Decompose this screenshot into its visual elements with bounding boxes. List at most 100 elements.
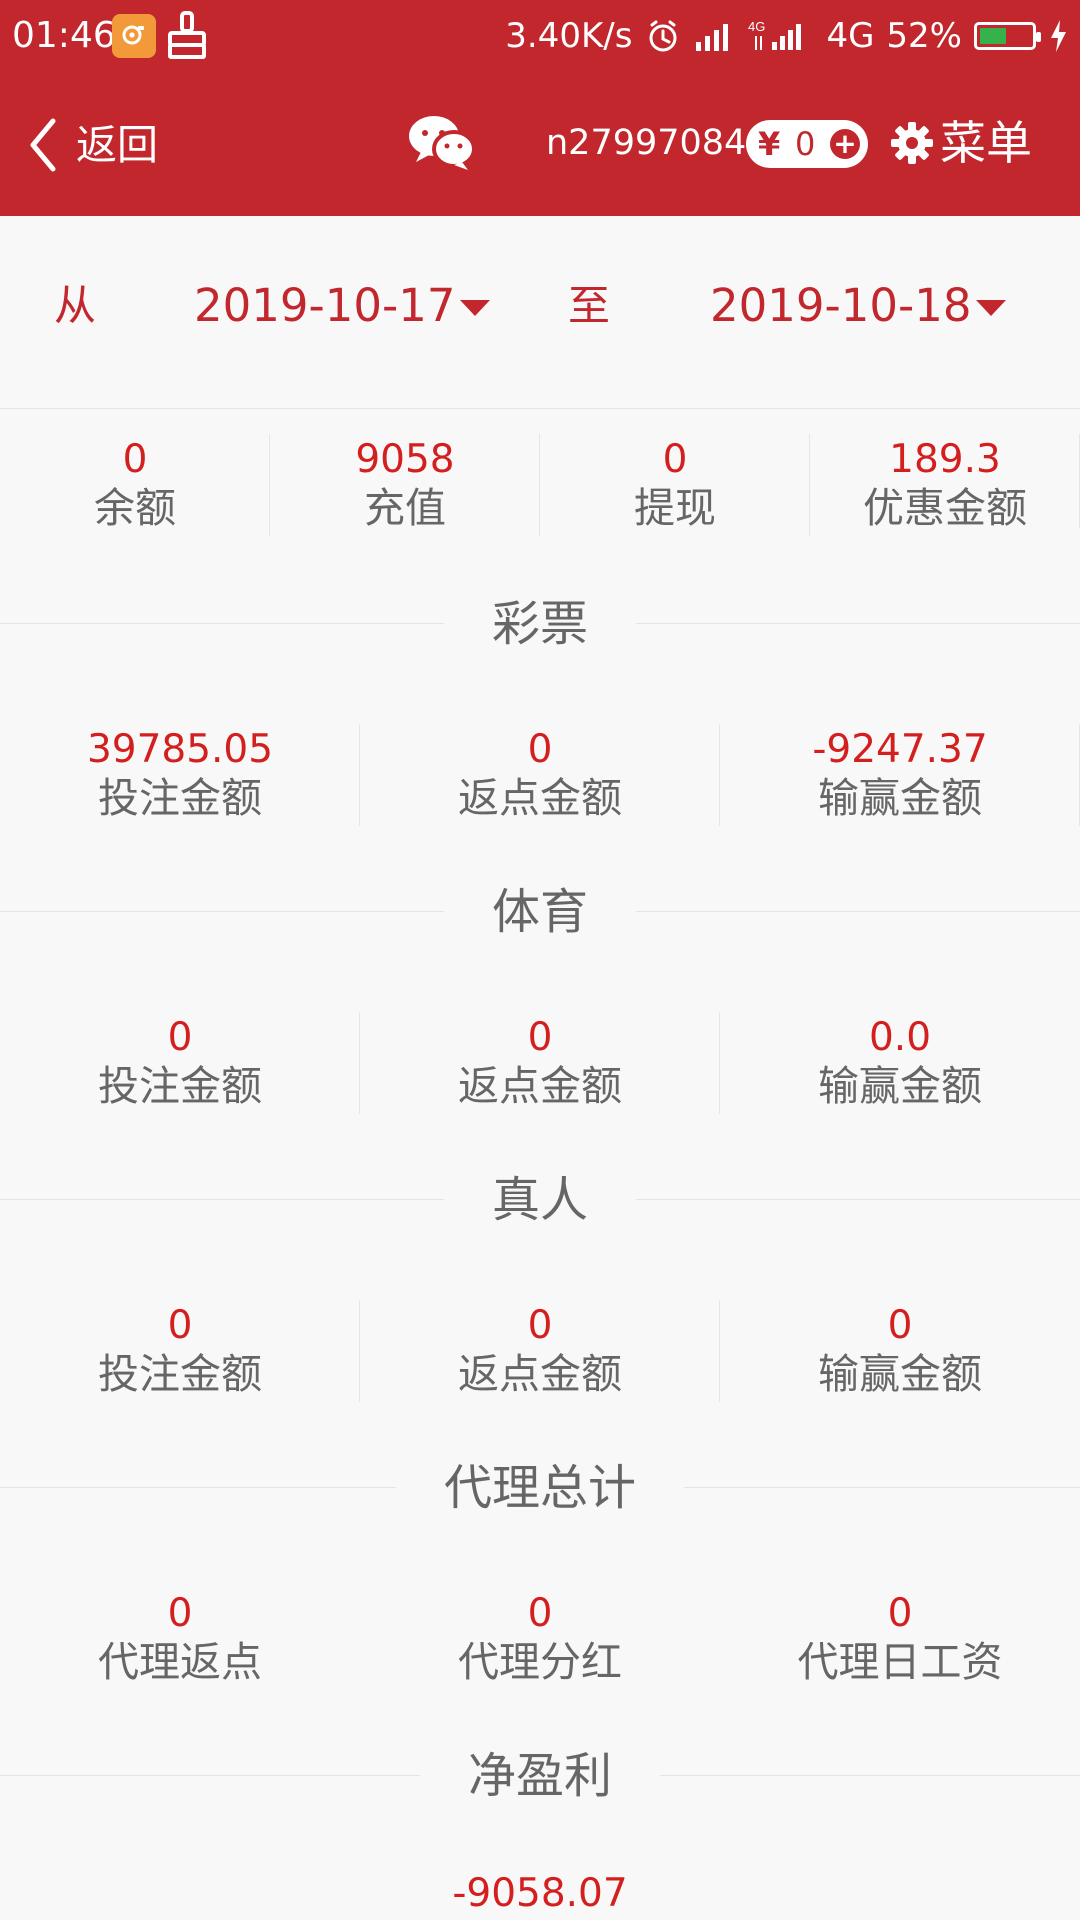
win-loss-label: 输赢金额 xyxy=(818,1350,982,1398)
agent-dividend-stat: 0 代理分红 xyxy=(360,1564,720,1714)
camera-app-icon xyxy=(112,14,156,58)
from-label: 从 xyxy=(54,281,97,330)
net-profit-label: 净盈利 xyxy=(467,1748,612,1804)
wechat-icon[interactable] xyxy=(404,110,480,174)
win-loss-label: 输赢金额 xyxy=(818,774,982,822)
start-date: 2019-10-17 xyxy=(194,279,456,332)
rebate-amount-label: 返点金额 xyxy=(458,774,622,822)
battery-percent: 52% xyxy=(886,16,962,56)
summary-top-divider xyxy=(0,408,1080,409)
bet-amount-stat: 0 投注金额 xyxy=(0,988,360,1138)
4g-signal-icon: 4G xyxy=(748,19,802,50)
navigation-bar: 返回 n279970848 ¥ 0 + 菜单 xyxy=(0,76,1080,216)
promotion-summary: 189.3 优惠金额 xyxy=(810,410,1080,560)
app-header: 01:46 3.40K/s 4G 4G 52% 返回 n279970848 ¥ … xyxy=(0,0,1080,216)
back-button[interactable]: 返回 xyxy=(28,112,158,178)
cleaner-icon xyxy=(168,11,206,59)
net-profit-title: 净盈利 xyxy=(0,1740,1080,1812)
win-loss-value: 0.0 xyxy=(868,1015,932,1060)
agent-daily-wage-value: 0 xyxy=(887,1591,913,1636)
gear-icon xyxy=(891,122,933,164)
promotion-label: 优惠金额 xyxy=(863,484,1027,532)
win-loss-value: 0 xyxy=(887,1303,913,1348)
menu-button[interactable]: 菜单 xyxy=(890,110,1032,176)
section-lottery-title: 彩票 xyxy=(0,588,1080,660)
status-bar: 01:46 3.40K/s 4G 4G 52% xyxy=(0,0,1080,76)
account-summary-row: 0 余额 9058 充值 0 提现 189.3 优惠金额 xyxy=(0,410,1080,560)
network-type: 4G xyxy=(826,16,875,56)
agent-rebate-label: 代理返点 xyxy=(98,1638,262,1686)
section-divider-right xyxy=(636,1199,1080,1200)
dropdown-icon xyxy=(975,300,1006,316)
section-live-casino-title: 真人 xyxy=(0,1164,1080,1236)
section-divider-right xyxy=(660,1775,1080,1776)
recharge-label: 充值 xyxy=(364,484,446,532)
bet-amount-stat: 0 投注金额 xyxy=(0,1276,360,1426)
rebate-amount-stat: 0 返点金额 xyxy=(360,1276,720,1426)
end-date-selector[interactable]: 2019-10-18 xyxy=(710,266,1006,346)
rebate-amount-label: 返点金额 xyxy=(458,1350,622,1398)
agent-rebate-stat: 0 代理返点 xyxy=(0,1564,360,1714)
withdraw-label: 提现 xyxy=(634,484,716,532)
status-time: 01:46 xyxy=(12,15,116,56)
rebate-amount-value: 0 xyxy=(527,1303,553,1348)
charging-icon xyxy=(1051,20,1066,52)
rebate-amount-value: 0 xyxy=(527,1015,553,1060)
alarm-icon xyxy=(649,20,677,52)
agent-dividend-value: 0 xyxy=(527,1591,553,1636)
agent-rebate-value: 0 xyxy=(167,1591,193,1636)
network-speed: 3.40K/s xyxy=(505,16,633,56)
date-range-filter: 从 2019-10-17 至 2019-10-18 xyxy=(0,216,1080,408)
wallet-balance: 0 xyxy=(794,125,816,163)
bet-amount-label: 投注金额 xyxy=(98,1350,262,1398)
promotion-value: 189.3 xyxy=(889,437,1001,482)
rebate-amount-label: 返点金额 xyxy=(458,1062,622,1110)
menu-label: 菜单 xyxy=(940,116,1032,170)
account-name: n279970848 xyxy=(546,123,769,163)
agent-daily-wage-label: 代理日工资 xyxy=(797,1638,1003,1686)
status-right-area: 3.40K/s 4G 4G 52% xyxy=(505,14,1068,58)
end-date: 2019-10-18 xyxy=(710,279,972,332)
live-casino-stats-row: 0 投注金额 0 返点金额 0 输赢金额 xyxy=(0,1276,1080,1426)
net-profit-value: -9058.07 xyxy=(452,1871,628,1916)
recharge-value: 9058 xyxy=(355,437,455,482)
to-label: 至 xyxy=(568,281,611,330)
bet-amount-label: 投注金额 xyxy=(98,1062,262,1110)
sports-stats-row: 0 投注金额 0 返点金额 0.0 输赢金额 xyxy=(0,988,1080,1138)
agent-total-stats-row: 0 代理返点 0 代理分红 0 代理日工资 xyxy=(0,1564,1080,1714)
back-label: 返回 xyxy=(76,121,158,169)
withdraw-value: 0 xyxy=(662,437,688,482)
wallet-balance-button[interactable]: ¥ 0 + xyxy=(746,120,868,168)
section-divider-right xyxy=(684,1487,1080,1488)
win-loss-label: 输赢金额 xyxy=(818,1062,982,1110)
rebate-amount-value: 0 xyxy=(527,727,553,772)
balance-value: 0 xyxy=(122,437,148,482)
battery-level-fill xyxy=(980,28,1006,44)
balance-summary: 0 余额 xyxy=(0,410,270,560)
bet-amount-value: 0 xyxy=(167,1015,193,1060)
battery-icon xyxy=(974,22,1041,50)
signal-icon xyxy=(696,24,729,51)
bet-amount-value: 39785.05 xyxy=(86,727,274,772)
section-agent-total-title: 代理总计 xyxy=(0,1452,1080,1524)
win-loss-stat: -9247.37 输赢金额 xyxy=(720,700,1080,850)
dropdown-icon xyxy=(459,300,490,316)
agent-daily-wage-stat: 0 代理日工资 xyxy=(720,1564,1080,1714)
start-date-selector[interactable]: 2019-10-17 xyxy=(194,266,490,346)
lottery-stats-row: 39785.05 投注金额 0 返点金额 -9247.37 输赢金额 xyxy=(0,700,1080,850)
plus-icon[interactable]: + xyxy=(830,129,860,159)
bet-amount-stat: 39785.05 投注金额 xyxy=(0,700,360,850)
win-loss-stat: 0.0 输赢金额 xyxy=(720,988,1080,1138)
agent-dividend-label: 代理分红 xyxy=(458,1638,622,1686)
section-label: 代理总计 xyxy=(443,1460,636,1516)
section-label: 真人 xyxy=(491,1172,588,1228)
section-label: 彩票 xyxy=(491,596,588,652)
win-loss-stat: 0 输赢金额 xyxy=(720,1276,1080,1426)
section-divider-right xyxy=(636,623,1080,624)
bet-amount-label: 投注金额 xyxy=(98,774,262,822)
rebate-amount-stat: 0 返点金额 xyxy=(360,988,720,1138)
back-icon xyxy=(30,118,56,172)
section-divider-right xyxy=(636,911,1080,912)
recharge-summary: 9058 充值 xyxy=(270,410,540,560)
svg-text:4G: 4G xyxy=(748,19,765,34)
